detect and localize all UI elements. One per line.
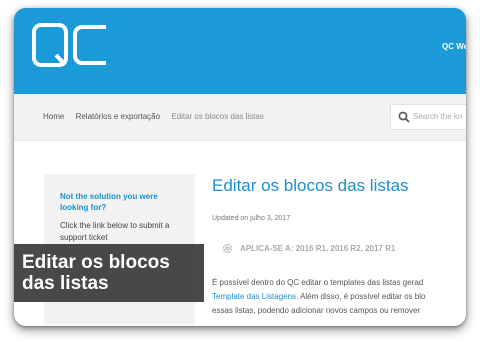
sidebar-text: Click the link below to submit a support… [60, 221, 170, 242]
template-link[interactable]: Template das Listagens [212, 292, 296, 301]
site-header: QC We [14, 8, 466, 94]
applies-label: APLICA-SE A: 2016 R1, 2016 R2, 2017 R1 [240, 244, 396, 253]
breadcrumb-home[interactable]: Home [43, 112, 64, 121]
body-line-2-text: . Além disso, é possível editar os blo [296, 292, 426, 301]
updated-date: Updated on julho 3, 2017 [212, 215, 291, 222]
body-line-3: essas listas, podendo adicionar novos ca… [212, 306, 421, 315]
breadcrumb-current: Editar os blocos das listas [171, 112, 264, 121]
article-title: Editar os blocos das listas [212, 176, 409, 195]
search-box[interactable] [390, 104, 466, 130]
breadcrumb-relatorios[interactable]: Relatórios e exportação [76, 112, 161, 121]
body-line-2: Template das Listagens. Além disso, é po… [212, 290, 466, 304]
breadcrumb: Home Relatórios e exportação Editar os b… [43, 112, 273, 121]
caption-overlay: Editar os blocos das listas [14, 244, 204, 302]
article-body: É possível dentro do QC editar o templat… [212, 276, 466, 318]
overlay-title: Editar os blocos das listas [22, 252, 170, 294]
qc-logo[interactable] [32, 23, 108, 67]
subnav-bar: Home Relatórios e exportação Editar os b… [14, 94, 466, 141]
search-input[interactable] [413, 110, 466, 122]
gear-icon [222, 243, 233, 254]
body-line-1: É possível dentro do QC editar o templat… [212, 278, 424, 287]
header-nav-link[interactable]: QC We [442, 42, 466, 51]
search-icon [398, 111, 410, 123]
sidebar-title: Not the solution you were looking for? [60, 192, 158, 212]
